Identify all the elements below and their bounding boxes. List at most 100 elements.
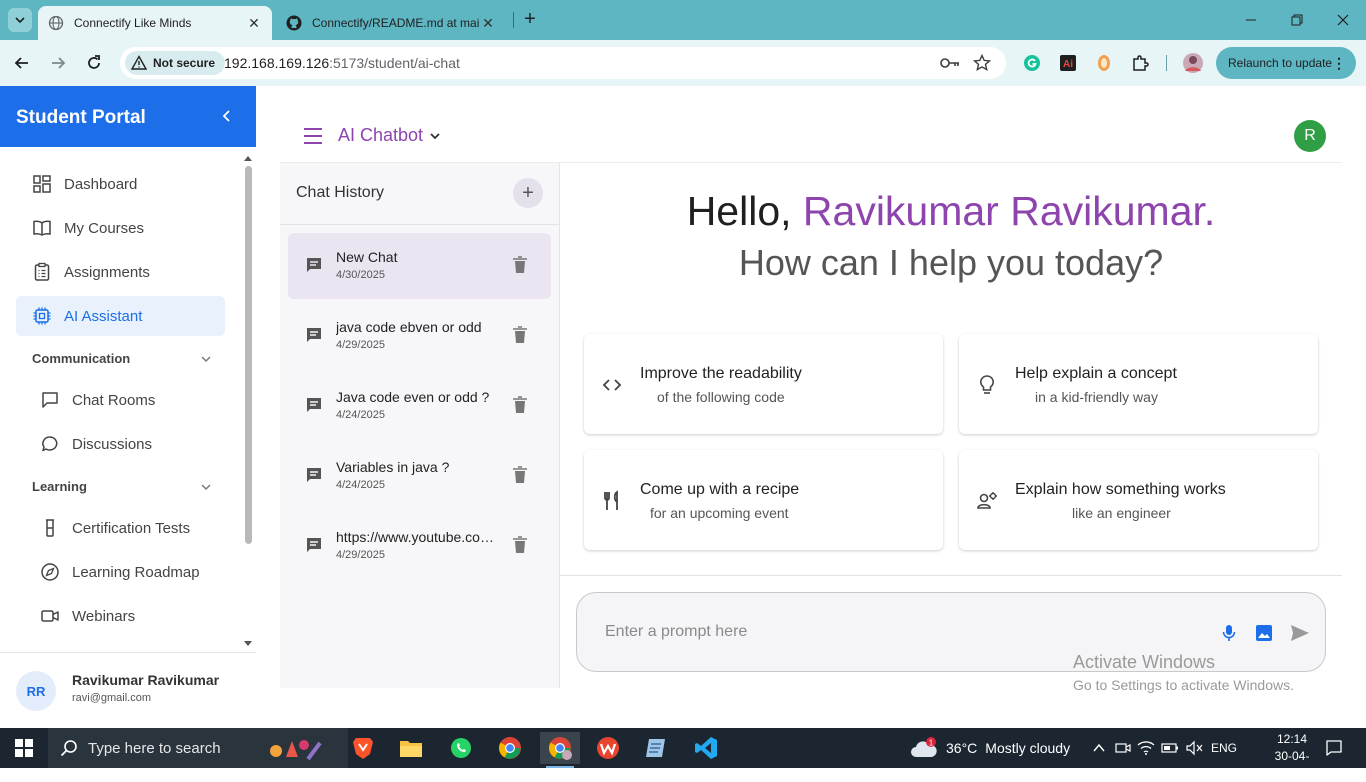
orange-extension[interactable] bbox=[1093, 52, 1115, 74]
chat-history-item[interactable]: https://www.youtube.com/watch 4/29/2025 bbox=[288, 513, 551, 579]
chat-history-item[interactable]: Variables in java ? 4/24/2025 bbox=[288, 443, 551, 509]
reload-button[interactable] bbox=[83, 52, 105, 74]
sidebar-item-webinars[interactable]: Webinars bbox=[16, 596, 225, 636]
taskbar-file-explorer[interactable] bbox=[391, 732, 431, 764]
suggestion-card-recipe[interactable]: Come up with a recipe for an upcoming ev… bbox=[584, 450, 943, 550]
bookmark-button[interactable] bbox=[971, 52, 993, 74]
chat-bubble-icon bbox=[42, 436, 58, 452]
trash-icon[interactable] bbox=[512, 326, 528, 344]
engineer-icon bbox=[977, 492, 997, 509]
tab-separator bbox=[513, 12, 514, 28]
tab-search-button[interactable] bbox=[8, 8, 32, 32]
sidebar-user-card[interactable]: RR Ravikumar Ravikumar ravi@gmail.com bbox=[0, 652, 256, 728]
chat-date: 4/24/2025 bbox=[336, 409, 385, 421]
trash-icon[interactable] bbox=[512, 256, 528, 274]
start-button[interactable] bbox=[0, 728, 48, 768]
suggestion-card-engineer[interactable]: Explain how something works like an engi… bbox=[959, 450, 1318, 550]
message-icon bbox=[307, 538, 321, 552]
sidebar-item-label: Dashboard bbox=[64, 175, 138, 193]
image-upload-button[interactable] bbox=[1253, 622, 1275, 644]
notification-center[interactable] bbox=[1322, 728, 1346, 768]
model-selector-label: AI Chatbot bbox=[338, 125, 424, 145]
sidebar-item-learning-roadmap[interactable]: Learning Roadmap bbox=[16, 552, 225, 592]
url-text[interactable]: 192.168.169.126:5173/student/ai-chat bbox=[224, 55, 460, 71]
security-chip[interactable]: Not secure bbox=[125, 51, 226, 75]
password-key-button[interactable] bbox=[939, 52, 961, 74]
close-tab-icon[interactable]: ✕ bbox=[480, 15, 496, 31]
ai-extension[interactable]: Ai bbox=[1057, 52, 1079, 74]
chevron-left-icon[interactable] bbox=[218, 107, 236, 125]
extensions-button[interactable] bbox=[1129, 52, 1151, 74]
menu-icon[interactable] bbox=[303, 127, 323, 145]
taskbar-whatsapp[interactable] bbox=[441, 732, 481, 764]
dashboard-icon bbox=[33, 175, 51, 193]
grammarly-extension[interactable] bbox=[1021, 52, 1043, 74]
sidebar-item-chat-rooms[interactable]: Chat Rooms bbox=[16, 380, 225, 420]
more-menu-icon[interactable]: ⋮ bbox=[1332, 55, 1346, 72]
close-icon bbox=[1337, 14, 1349, 26]
sidebar-item-assignments[interactable]: Assignments bbox=[16, 252, 225, 292]
browser-tab[interactable]: Connectify/README.md at main ✕ bbox=[276, 6, 506, 40]
sidebar-group-learning[interactable]: Learning bbox=[32, 479, 212, 494]
tray-overflow-button[interactable] bbox=[1090, 728, 1108, 768]
mic-button[interactable] bbox=[1218, 622, 1240, 644]
close-tab-icon[interactable]: ✕ bbox=[246, 15, 262, 31]
new-tab-button[interactable]: + bbox=[520, 9, 540, 30]
taskbar-vscode[interactable] bbox=[686, 732, 726, 764]
message-icon bbox=[307, 468, 321, 482]
tray-language[interactable]: ENG bbox=[1208, 728, 1240, 768]
taskbar-chrome-profile[interactable] bbox=[540, 732, 580, 768]
tray-network[interactable] bbox=[1136, 728, 1156, 768]
prompt-input[interactable] bbox=[605, 619, 1185, 645]
browser-tab-active[interactable]: Connectify Like Minds ✕ bbox=[38, 6, 272, 40]
taskbar-notes-app[interactable] bbox=[636, 732, 676, 764]
taskbar-brave[interactable] bbox=[343, 732, 383, 764]
chat-date: 4/24/2025 bbox=[336, 479, 385, 491]
suggestion-card-concept[interactable]: Help explain a concept in a kid-friendly… bbox=[959, 334, 1318, 434]
watermark-subtitle: Go to Settings to activate Windows. bbox=[1073, 677, 1294, 693]
trash-icon[interactable] bbox=[512, 396, 528, 414]
tray-meet-now[interactable] bbox=[1114, 728, 1132, 768]
wps-office-icon bbox=[597, 737, 619, 759]
sidebar-item-dashboard[interactable]: Dashboard bbox=[16, 164, 225, 204]
code-icon bbox=[602, 379, 622, 391]
chat-history-panel: Chat History + New Chat 4/30/2025 java c… bbox=[280, 163, 560, 688]
suggestion-card-readability[interactable]: Improve the readability of the following… bbox=[584, 334, 943, 434]
tray-battery[interactable] bbox=[1160, 728, 1180, 768]
sidebar-item-certification-tests[interactable]: Certification Tests bbox=[16, 508, 225, 548]
trash-icon[interactable] bbox=[512, 536, 528, 554]
taskbar-chrome[interactable] bbox=[490, 732, 530, 764]
profile-button[interactable] bbox=[1182, 52, 1204, 74]
forward-button[interactable] bbox=[47, 52, 69, 74]
chevron-down-icon bbox=[430, 132, 440, 139]
chat-date: 4/29/2025 bbox=[336, 549, 385, 561]
toolbar-separator bbox=[1166, 55, 1167, 71]
puzzle-icon bbox=[1133, 55, 1149, 71]
taskbar-weather[interactable]: 1 36°C Mostly cloudy bbox=[910, 728, 1070, 768]
sidebar-scroll-thumb[interactable] bbox=[245, 166, 252, 544]
chrome-icon bbox=[499, 737, 521, 759]
taskbar-clock[interactable]: 12:14 30-04-2025 bbox=[1262, 731, 1322, 782]
restore-button[interactable] bbox=[1274, 0, 1320, 40]
sidebar-item-ai-assistant[interactable]: AI Assistant bbox=[16, 296, 225, 336]
user-avatar[interactable]: R bbox=[1294, 120, 1326, 152]
tray-volume[interactable] bbox=[1184, 728, 1204, 768]
send-button[interactable] bbox=[1289, 622, 1311, 644]
relaunch-button[interactable]: Relaunch to update ⋮ bbox=[1216, 47, 1356, 79]
sidebar-group-communication[interactable]: Communication bbox=[32, 351, 212, 366]
chat-history-item[interactable]: New Chat 4/30/2025 bbox=[288, 233, 551, 299]
sidebar-item-my-courses[interactable]: My Courses bbox=[16, 208, 225, 248]
sidebar-item-discussions[interactable]: Discussions bbox=[16, 424, 225, 464]
chat-history-item[interactable]: Java code even or odd ? 4/24/2025 bbox=[288, 373, 551, 439]
search-highlight-image[interactable] bbox=[262, 732, 326, 764]
trash-icon[interactable] bbox=[512, 466, 528, 484]
new-chat-button[interactable]: + bbox=[513, 178, 543, 208]
greeting-heading: Hello, Ravikumar Ravikumar. bbox=[560, 188, 1342, 235]
video-icon bbox=[41, 610, 59, 622]
back-button[interactable] bbox=[11, 52, 33, 74]
chat-history-item[interactable]: java code ebven or odd 4/29/2025 bbox=[288, 303, 551, 369]
minimize-button[interactable] bbox=[1228, 0, 1274, 40]
taskbar-wps[interactable] bbox=[588, 732, 628, 764]
model-selector[interactable]: AI Chatbot bbox=[338, 125, 441, 146]
close-window-button[interactable] bbox=[1320, 0, 1366, 40]
